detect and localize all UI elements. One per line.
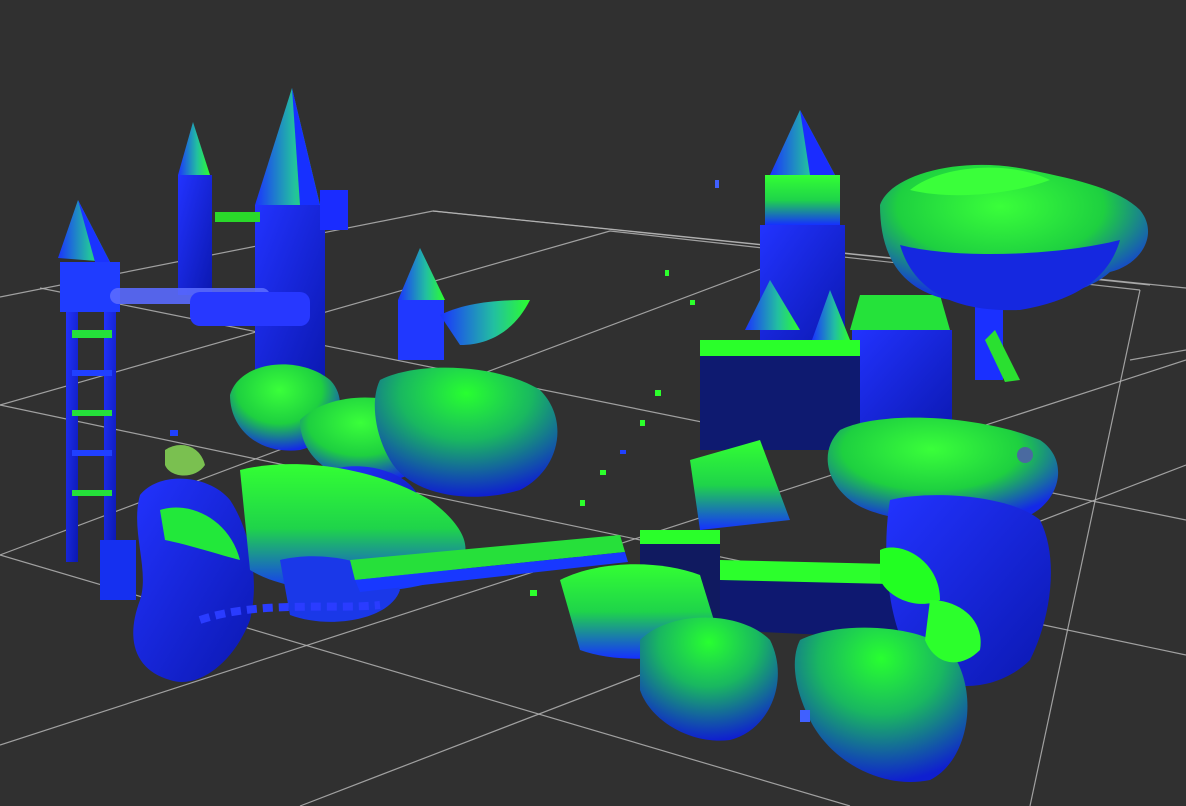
castle-tower-right bbox=[745, 110, 850, 345]
rock-island-left bbox=[133, 364, 558, 682]
3d-viewport[interactable] bbox=[0, 0, 1186, 806]
castle-keep-left bbox=[110, 88, 530, 385]
castle-tower-left bbox=[58, 200, 136, 600]
